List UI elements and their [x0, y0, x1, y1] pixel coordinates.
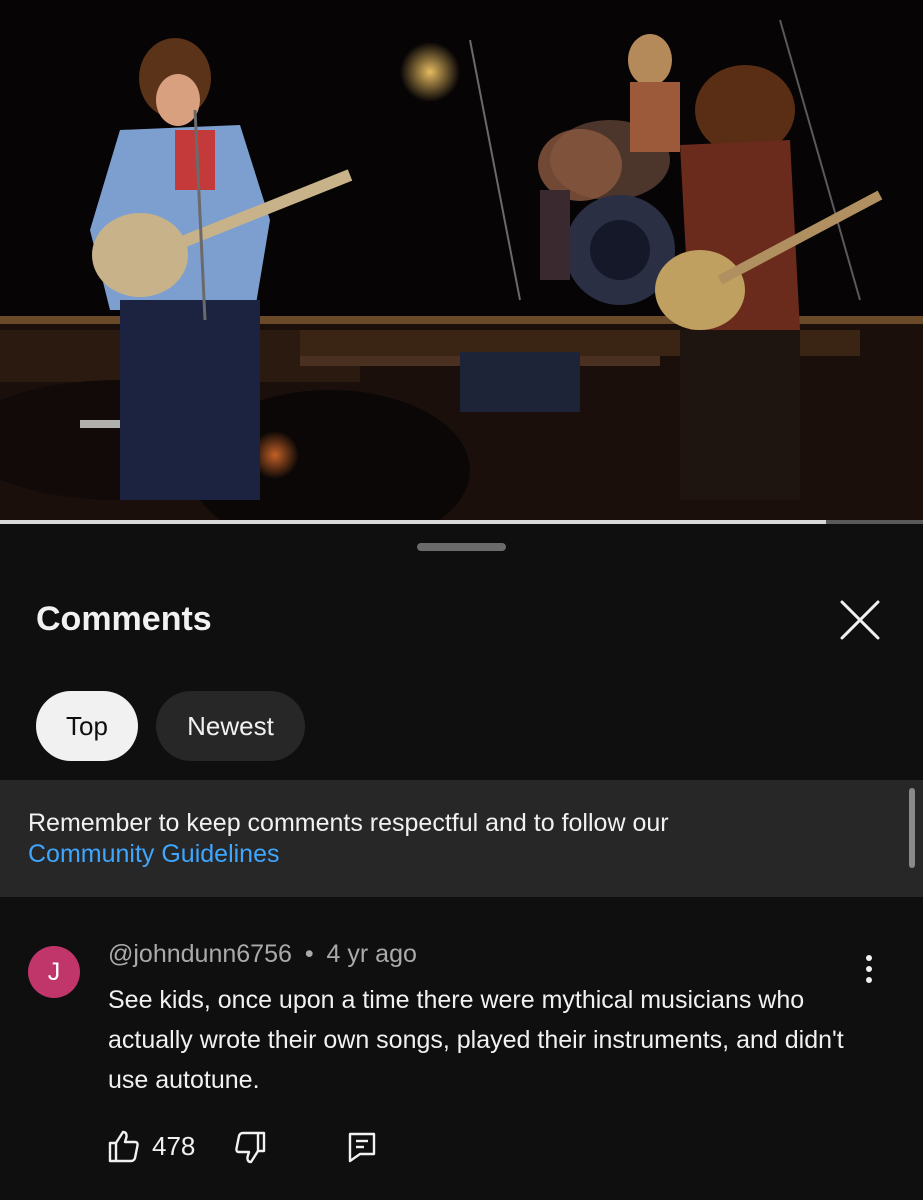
comment-time: 4 yr ago — [326, 940, 417, 968]
community-guidelines-link[interactable]: Community Guidelines — [28, 839, 280, 870]
notice-text: Remember to keep comments respectful and… — [28, 809, 669, 837]
video-progress-bar[interactable] — [0, 520, 923, 524]
avatar[interactable]: J — [28, 946, 80, 998]
video-frame — [0, 0, 923, 522]
thumbs-up-icon[interactable] — [108, 1129, 140, 1163]
filter-chip-top[interactable]: Top — [36, 691, 138, 761]
like-count: 478 — [152, 1131, 196, 1161]
comment-author[interactable]: @johndunn6756 — [108, 940, 292, 968]
comment-text: See kids, once upon a time there were my… — [108, 986, 844, 1094]
community-notice: Remember to keep comments respectful and… — [0, 780, 923, 897]
close-icon — [840, 600, 880, 640]
scrollbar[interactable] — [909, 788, 915, 868]
video-progress-fill — [0, 520, 827, 524]
avatar-letter: J — [47, 957, 61, 986]
filter-chip-newest[interactable]: Newest — [156, 691, 305, 761]
comments-title: Comments — [36, 600, 212, 638]
drag-handle[interactable] — [417, 543, 506, 551]
thumbs-down-icon[interactable] — [234, 1131, 266, 1165]
close-button[interactable] — [834, 594, 886, 646]
comments-sheet: Comments Top Newest Remember to keep com… — [0, 526, 923, 1200]
reply-icon[interactable] — [347, 1131, 377, 1163]
meta-separator: • — [304, 940, 314, 968]
video-player[interactable] — [0, 0, 923, 522]
comment-meta: @johndunn6756 • 4 yr ago — [108, 940, 417, 969]
